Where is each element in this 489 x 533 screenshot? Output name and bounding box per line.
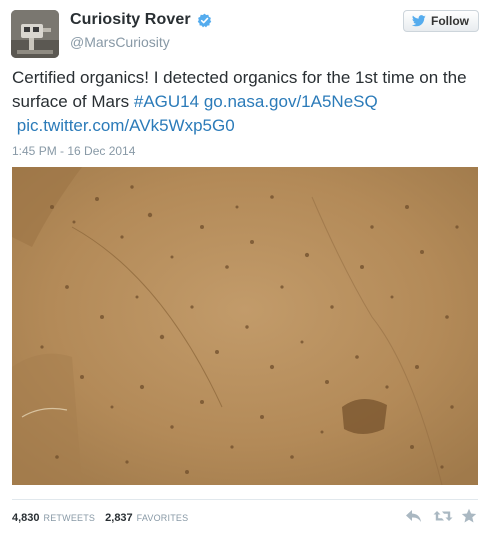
retweets-count[interactable]: 4,830: [12, 512, 40, 524]
url-link[interactable]: go.nasa.gov/1A5NeSQ: [204, 92, 378, 111]
name-row: Curiosity Rover: [70, 11, 212, 29]
favorites-label[interactable]: FAVORITES: [137, 513, 189, 523]
timestamp[interactable]: 1:45 PM - 16 Dec 2014: [12, 144, 135, 158]
mars-surface-photo[interactable]: [12, 167, 478, 485]
retweets-label[interactable]: RETWEETS: [44, 513, 96, 523]
tweet-text: Certified organics! I detected organics …: [12, 66, 482, 138]
follow-button[interactable]: Follow: [403, 10, 479, 32]
embedded-tweet: Curiosity Rover @MarsCuriosity Follow Ce…: [0, 0, 489, 533]
verified-badge-icon: [197, 13, 212, 28]
tweet-actions: [405, 508, 479, 524]
hashtag-link[interactable]: #AGU14: [134, 92, 199, 111]
divider: [12, 499, 478, 500]
follow-label: Follow: [431, 14, 469, 28]
mars-rock-image: [12, 167, 478, 485]
display-name[interactable]: Curiosity Rover: [70, 11, 191, 29]
favorite-star-icon[interactable]: [461, 508, 479, 524]
tweet-stats: 4,830 RETWEETS 2,837 FAVORITES: [12, 512, 194, 524]
twitter-bird-icon: [411, 15, 426, 27]
rover-avatar-icon: [11, 10, 59, 58]
reply-icon[interactable]: [405, 508, 423, 524]
avatar[interactable]: [11, 10, 59, 58]
user-handle[interactable]: @MarsCuriosity: [70, 34, 170, 50]
favorites-count[interactable]: 2,837: [105, 512, 133, 524]
pic-link[interactable]: pic.twitter.com/AVk5Wxp5G0: [17, 116, 235, 135]
retweet-icon[interactable]: [433, 508, 453, 524]
